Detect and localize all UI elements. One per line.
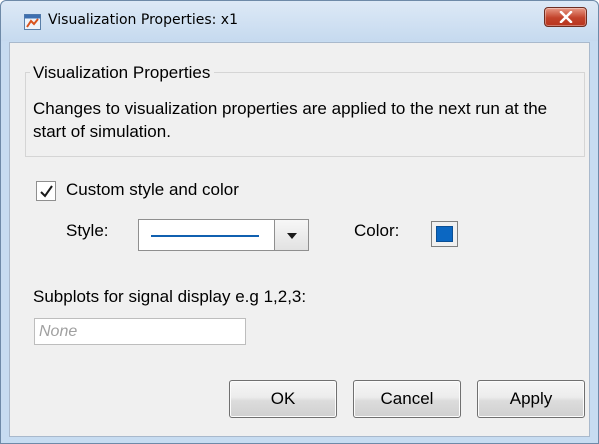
- color-label: Color:: [354, 221, 400, 240]
- dialog-window: Visualization Properties: x1 Visualizati…: [0, 0, 599, 444]
- group-legend: Visualization Properties: [30, 63, 215, 83]
- matlab-window-icon: [24, 14, 41, 30]
- color-picker-button[interactable]: [431, 221, 458, 247]
- group-description: Changes to visualization properties are …: [33, 99, 548, 141]
- dropdown-arrow-button[interactable]: [274, 220, 308, 250]
- line-style-dropdown[interactable]: [138, 219, 309, 251]
- title-bar[interactable]: Visualization Properties: x1: [1, 1, 598, 41]
- window-title: Visualization Properties: x1: [48, 12, 238, 28]
- close-button[interactable]: [544, 7, 587, 27]
- style-label: Style:: [66, 221, 109, 240]
- cancel-button[interactable]: Cancel: [353, 380, 461, 418]
- custom-style-checkbox[interactable]: [36, 181, 56, 201]
- apply-button[interactable]: Apply: [477, 380, 585, 418]
- subplots-input[interactable]: [34, 318, 246, 345]
- color-swatch-fill: [436, 226, 453, 242]
- subplots-label: Subplots for signal display e.g 1,2,3:: [33, 287, 307, 306]
- line-style-preview: [151, 235, 259, 237]
- ok-button[interactable]: OK: [229, 380, 337, 418]
- custom-style-label[interactable]: Custom style and color: [66, 180, 239, 200]
- dialog-body: Visualization Properties Changes to visu…: [9, 42, 590, 437]
